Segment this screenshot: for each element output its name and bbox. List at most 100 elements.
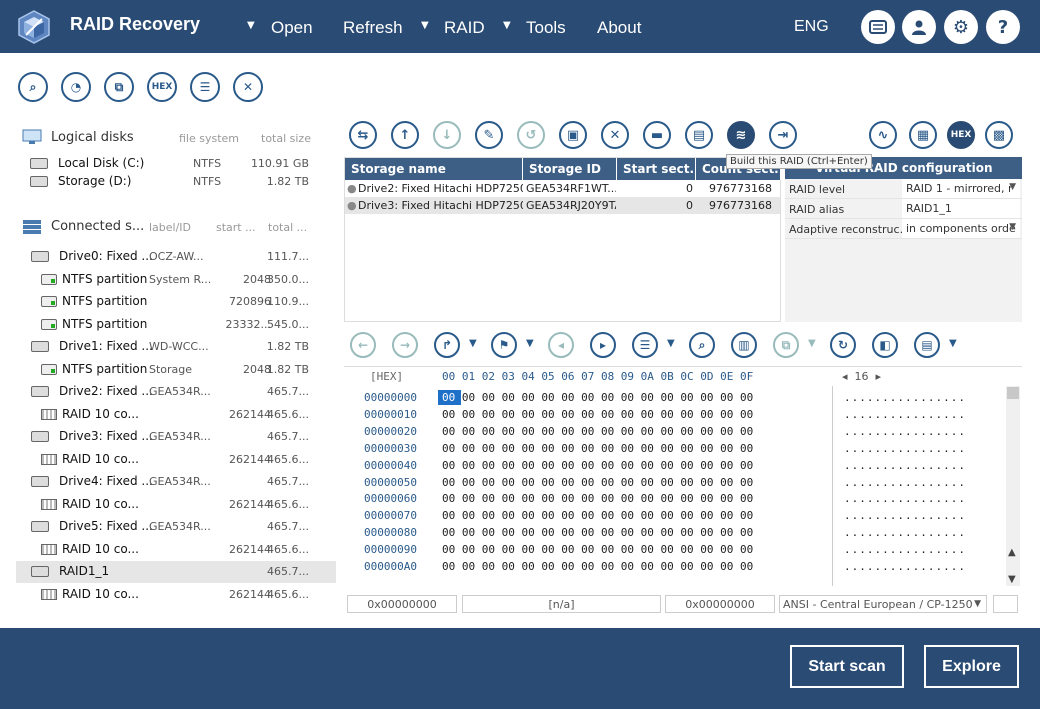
edit-pencil-icon[interactable]: ✎	[475, 121, 503, 149]
hex-bytes-row[interactable]: 00 00 00 00 00 00 00 00 00 00 00 00 00 0…	[442, 476, 753, 489]
waveform-icon[interactable]: ∿	[869, 121, 897, 149]
save-hex-icon[interactable]: ▤	[914, 332, 940, 358]
ascii-row[interactable]: ................	[844, 442, 966, 455]
ascii-row[interactable]: ................	[844, 459, 966, 472]
menu-refresh[interactable]: Refresh	[343, 18, 403, 38]
chevron-down-icon[interactable]: ▼	[1009, 182, 1016, 192]
back-arrow-icon[interactable]: ←	[350, 332, 376, 358]
hex-view-icon[interactable]: HEX	[947, 121, 975, 149]
raid-level-row[interactable]: RAID level RAID 1 - mirrored, r ▼	[785, 179, 1022, 199]
hex-bytes-row[interactable]: 00 00 00 00 00 00 00 00 00 00 00 00 00 0…	[442, 543, 753, 556]
settings-gear-icon[interactable]: ⚙	[944, 10, 978, 44]
hex-bytes-row[interactable]: 00 00 00 00 00 00 00 00 00 00 00 00 00 0…	[442, 391, 753, 404]
folder-icon[interactable]: ▬	[643, 121, 671, 149]
explore-button[interactable]: Explore	[924, 645, 1019, 688]
row-width-control[interactable]: ◂ 16 ▸	[842, 370, 881, 383]
table-row[interactable]: ● Drive3: Fixed Hitachi HDP7250... GEA53…	[345, 197, 780, 214]
bookmark-icon[interactable]: ⚑	[491, 332, 517, 358]
col-storage-id[interactable]: Storage ID	[523, 158, 617, 180]
hex-icon[interactable]: HEX	[147, 72, 177, 102]
tools-dropdown-icon[interactable]: ▼	[503, 20, 511, 31]
export-icon[interactable]: ⇥	[769, 121, 797, 149]
storage-row[interactable]: Drive0: Fixed ... OCZ-AW... 111.7...	[16, 246, 336, 268]
bookmark-dropdown-icon[interactable]: ▼	[526, 338, 534, 349]
storage-row[interactable]: RAID 10 co... 262144 465.6...	[16, 449, 336, 471]
menu-tools[interactable]: Tools	[526, 18, 566, 38]
storage-row[interactable]: Drive2: Fixed ... GEA534R... 465.7...	[16, 381, 336, 403]
storage-row[interactable]: RAID1_1 465.7...	[16, 561, 336, 583]
chevron-down-icon[interactable]: ▼	[974, 599, 981, 609]
table-row[interactable]: ● Drive2: Fixed Hitachi HDP7250... GEA53…	[345, 180, 780, 197]
save-dropdown-icon[interactable]: ▼	[949, 338, 957, 349]
close-icon[interactable]: ✕	[233, 72, 263, 102]
copy-icon[interactable]: ⧉	[773, 332, 799, 358]
goto-icon[interactable]: ↱	[434, 332, 460, 358]
move-down-icon[interactable]: ↓	[433, 121, 461, 149]
open-dropdown-icon[interactable]: ▼	[247, 20, 255, 31]
search-icon[interactable]: ⌕	[18, 72, 48, 102]
hex-bytes-row[interactable]: 00 00 00 00 00 00 00 00 00 00 00 00 00 0…	[442, 442, 753, 455]
storage-row[interactable]: RAID 10 co... 262144 465.6...	[16, 539, 336, 561]
storage-row[interactable]: Drive5: Fixed ... GEA534R... 465.7...	[16, 516, 336, 538]
ascii-row[interactable]: ................	[844, 408, 966, 421]
menu-about[interactable]: About	[597, 18, 641, 38]
disk-search-icon[interactable]: ◔	[61, 72, 91, 102]
swap-icon[interactable]: ⇆	[349, 121, 377, 149]
raid-alias-row[interactable]: RAID alias RAID1_1	[785, 199, 1022, 219]
storage-row[interactable]: NTFS partition 720896 110.9...	[16, 291, 336, 313]
storage-row[interactable]: NTFS partition Storage 2048 1.82 TB	[16, 359, 336, 381]
logical-disk-row[interactable]: Storage (D:) NTFS 1.82 TB	[16, 171, 336, 193]
ascii-row[interactable]: ................	[844, 526, 966, 539]
goto-dropdown-icon[interactable]: ▼	[469, 338, 477, 349]
list-view-icon[interactable]: ☰	[632, 332, 658, 358]
save-icon[interactable]: ▤	[685, 121, 713, 149]
hex-bytes-row[interactable]: 00 00 00 00 00 00 00 00 00 00 00 00 00 0…	[442, 459, 753, 472]
raid-level-select[interactable]: RAID 1 - mirrored, r	[902, 179, 1020, 198]
storage-row[interactable]: RAID 10 co... 262144 465.6...	[16, 584, 336, 606]
raid-alias-field[interactable]: RAID1_1	[902, 199, 1020, 218]
raid-dropdown-icon[interactable]: ▼	[421, 20, 429, 31]
hex-bytes-row[interactable]: 00 00 00 00 00 00 00 00 00 00 00 00 00 0…	[442, 509, 753, 522]
language-selector[interactable]: ENG	[794, 18, 829, 36]
remove-icon[interactable]: ✕	[601, 121, 629, 149]
scroll-up-icon[interactable]: ▲	[1008, 547, 1016, 558]
ascii-row[interactable]: ................	[844, 476, 966, 489]
messages-icon[interactable]	[861, 10, 895, 44]
menu-raid[interactable]: RAID	[444, 18, 485, 38]
hex-bytes-row[interactable]: 00 00 00 00 00 00 00 00 00 00 00 00 00 0…	[442, 425, 753, 438]
next-tag-icon[interactable]: ▸	[590, 332, 616, 358]
scrollbar-thumb[interactable]	[1007, 387, 1019, 399]
storage-row[interactable]: RAID 10 co... 262144 465.6...	[16, 494, 336, 516]
storage-row[interactable]: NTFS partition System R... 2048 350.0...	[16, 269, 336, 291]
col-storage-name[interactable]: Storage name	[345, 158, 523, 180]
ascii-row[interactable]: ................	[844, 560, 966, 573]
chart-icon[interactable]: ▦	[909, 121, 937, 149]
copy-dropdown-icon[interactable]: ▼	[808, 338, 816, 349]
user-icon[interactable]	[902, 10, 936, 44]
ascii-row[interactable]: ................	[844, 543, 966, 556]
adaptive-reconstruction-select[interactable]: in components orde	[902, 219, 1020, 238]
list-dropdown-icon[interactable]: ▼	[667, 338, 675, 349]
ascii-row[interactable]: ................	[844, 509, 966, 522]
storage-row[interactable]: Drive4: Fixed ... GEA534R... 465.7...	[16, 471, 336, 493]
list-icon[interactable]: ☰	[190, 72, 220, 102]
split-view-icon[interactable]: ◧	[872, 332, 898, 358]
refresh-icon[interactable]: ↻	[830, 332, 856, 358]
forward-arrow-icon[interactable]: →	[392, 332, 418, 358]
storage-row[interactable]: NTFS partition 23332... 545.0...	[16, 314, 336, 336]
menu-open[interactable]: Open	[271, 18, 313, 38]
ascii-row[interactable]: ................	[844, 425, 966, 438]
grid-view-icon[interactable]: ▩	[985, 121, 1013, 149]
undo-icon[interactable]: ↺	[517, 121, 545, 149]
open-image-icon[interactable]: ⧉	[104, 72, 134, 102]
hex-bytes-row[interactable]: 00 00 00 00 00 00 00 00 00 00 00 00 00 0…	[442, 526, 753, 539]
ascii-row[interactable]: ................	[844, 492, 966, 505]
storage-row[interactable]: Drive1: Fixed ... WD-WCC... 1.82 TB	[16, 336, 336, 358]
hex-bytes-row[interactable]: 00 00 00 00 00 00 00 00 00 00 00 00 00 0…	[442, 560, 753, 573]
hex-bytes-row[interactable]: 00 00 00 00 00 00 00 00 00 00 00 00 00 0…	[442, 492, 753, 505]
ascii-row[interactable]: ................	[844, 391, 966, 404]
hex-bytes-row[interactable]: 00 00 00 00 00 00 00 00 00 00 00 00 00 0…	[442, 408, 753, 421]
encoding-select[interactable]: ANSI - Central European / CP-1250 ▼	[779, 595, 987, 613]
find-icon[interactable]: ⌕	[689, 332, 715, 358]
move-up-icon[interactable]: ↑	[391, 121, 419, 149]
